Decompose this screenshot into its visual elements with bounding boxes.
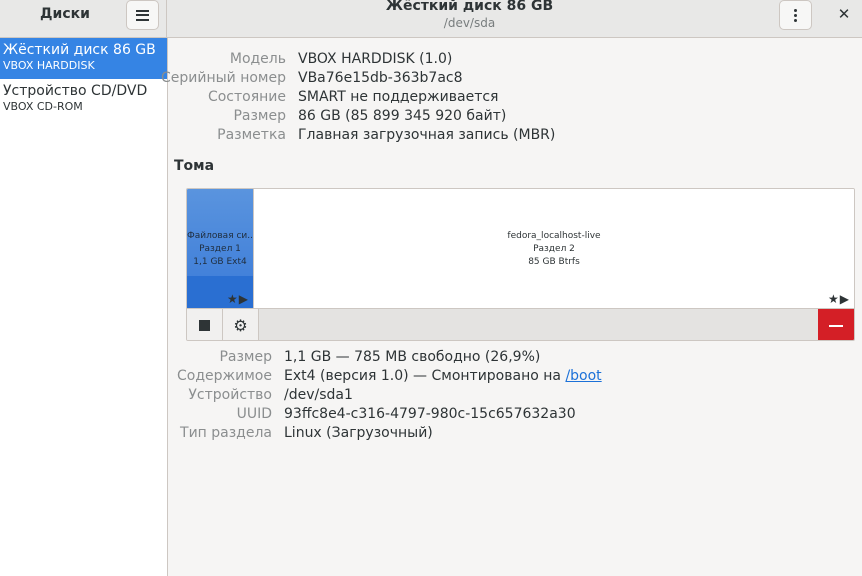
- partition-2-name: Раздел 2: [533, 244, 575, 254]
- drive-details: Модель VBOX HARDDISK (1.0) Серийный номе…: [161, 38, 862, 576]
- drive-list: Жёсткий диск 86 GB VBOX HARDDISK Устройс…: [0, 38, 168, 576]
- volumes-heading: Тома: [174, 158, 215, 174]
- sidebar-header: Диски: [0, 0, 167, 38]
- serial-value: VBa76e15db-363b7ac8: [298, 70, 463, 86]
- state-value: SMART не поддерживается: [298, 89, 499, 105]
- stop-icon: [199, 320, 210, 331]
- partitioning-row: Разметка Главная загрузочная запись (MBR…: [168, 126, 862, 145]
- unmount-button[interactable]: [187, 309, 223, 340]
- volume-map: Файловая си... Раздел 1 1,1 GB Ext4 ★▶ f…: [187, 189, 854, 308]
- drive-options-button[interactable]: [779, 0, 812, 30]
- volume-contents-row: Содержимое Ext4 (версия 1.0) — Смонтиров…: [168, 367, 862, 386]
- drive-model: VBOX CD-ROM: [3, 100, 83, 113]
- kebab-menu-icon: [794, 8, 797, 12]
- state-row: Состояние SMART не поддерживается: [168, 88, 862, 107]
- partition-2-size: 85 GB Btrfs: [528, 257, 580, 267]
- window-title-area: Жёсткий диск 86 GB /dev/sda: [167, 0, 772, 30]
- partition-options-button[interactable]: ⚙: [223, 309, 259, 340]
- serial-label: Серийный номер: [160, 70, 286, 86]
- size-label: Размер: [233, 108, 286, 124]
- gear-icon: ⚙: [233, 315, 248, 335]
- volume-device-label: Устройство: [188, 387, 272, 403]
- drive-name: Устройство CD/DVD: [3, 83, 148, 99]
- partition-2-block[interactable]: fedora_localhost-live Раздел 2 85 GB Btr…: [253, 189, 854, 308]
- volume-parttype-row: Тип раздела Linux (Загрузочный): [168, 424, 862, 443]
- main-menu-button[interactable]: [126, 0, 159, 30]
- volume-device-row: Устройство /dev/sda1: [168, 386, 862, 405]
- serial-row: Серийный номер VBa76e15db-363b7ac8: [161, 69, 862, 88]
- partition-1-text: Файловая си... Раздел 1 1,1 GB Ext4: [187, 230, 253, 269]
- volume-uuid-row: UUID 93ffc8e4-c316-4797-980c-15c657632a3…: [168, 405, 862, 424]
- hamburger-menu-icon: [136, 9, 149, 21]
- volume-contents-label: Содержимое: [177, 368, 272, 384]
- volume-toolbar: ⚙: [187, 308, 854, 340]
- size-row: Размер 86 GB (85 899 345 920 байт): [168, 107, 862, 126]
- partitioning-value: Главная загрузочная запись (MBR): [298, 127, 556, 143]
- drive-item-cdrom[interactable]: Устройство CD/DVD VBOX CD-ROM: [0, 79, 167, 120]
- star-icon: ★: [828, 292, 840, 306]
- volume-size-row: Размер 1,1 GB — 785 MB свободно (26,9%): [168, 348, 862, 367]
- header-bar: Диски Жёсткий диск 86 GB /dev/sda ✕: [0, 0, 862, 38]
- volume-size-label: Размер: [219, 349, 272, 365]
- close-button[interactable]: ✕: [832, 4, 856, 24]
- drive-model: VBOX HARDDISK: [3, 59, 95, 72]
- volume-size-value: 1,1 GB — 785 MB свободно (26,9%): [284, 349, 541, 365]
- volume-contents-text: Ext4 (версия 1.0) — Смонтировано на: [284, 368, 566, 384]
- partition-2-label: fedora_localhost-live: [507, 231, 601, 241]
- volume-parttype-label: Тип раздела: [180, 425, 272, 441]
- partition-2-text: fedora_localhost-live Раздел 2 85 GB Btr…: [254, 230, 854, 269]
- partitioning-label: Разметка: [217, 127, 286, 143]
- drive-item-hdd[interactable]: Жёсткий диск 86 GB VBOX HARDDISK: [0, 38, 167, 79]
- close-icon: ✕: [837, 5, 851, 23]
- model-label: Модель: [229, 51, 286, 67]
- partition-1-filesystem: Файловая си...: [187, 231, 253, 241]
- delete-partition-button[interactable]: [818, 309, 854, 340]
- volume-contents-value: Ext4 (версия 1.0) — Смонтировано на /boo…: [284, 367, 602, 386]
- minus-icon: [829, 324, 843, 327]
- volume-device-value: /dev/sda1: [284, 387, 353, 403]
- volume-uuid-label: UUID: [236, 406, 272, 422]
- model-value: VBOX HARDDISK (1.0): [298, 51, 453, 67]
- state-label: Состояние: [207, 89, 286, 105]
- partition-1-name: Раздел 1: [199, 244, 241, 254]
- volume-uuid-value: 93ffc8e4-c316-4797-980c-15c657632a30: [284, 406, 576, 422]
- window-title: Жёсткий диск 86 GB: [385, 0, 554, 14]
- partition-1-status-icons: ★▶: [227, 293, 249, 305]
- partition-1-block[interactable]: Файловая си... Раздел 1 1,1 GB Ext4 ★▶: [187, 189, 253, 308]
- partition-2-status-icons: ★▶: [828, 293, 850, 305]
- mount-point-link[interactable]: /boot: [565, 368, 601, 384]
- window-subtitle: /dev/sda: [443, 16, 496, 30]
- star-icon: ★: [227, 292, 239, 306]
- volume-parttype-value: Linux (Загрузочный): [284, 425, 433, 441]
- drive-name: Жёсткий диск 86 GB: [3, 42, 156, 58]
- play-icon: ▶: [839, 292, 850, 306]
- play-icon: ▶: [238, 292, 249, 306]
- volume-graph: Файловая си... Раздел 1 1,1 GB Ext4 ★▶ f…: [186, 188, 855, 341]
- partition-1-size: 1,1 GB Ext4: [193, 257, 247, 267]
- sidebar-title: Диски: [40, 6, 90, 22]
- size-value: 86 GB (85 899 345 920 байт): [298, 108, 507, 124]
- model-row: Модель VBOX HARDDISK (1.0): [168, 50, 862, 69]
